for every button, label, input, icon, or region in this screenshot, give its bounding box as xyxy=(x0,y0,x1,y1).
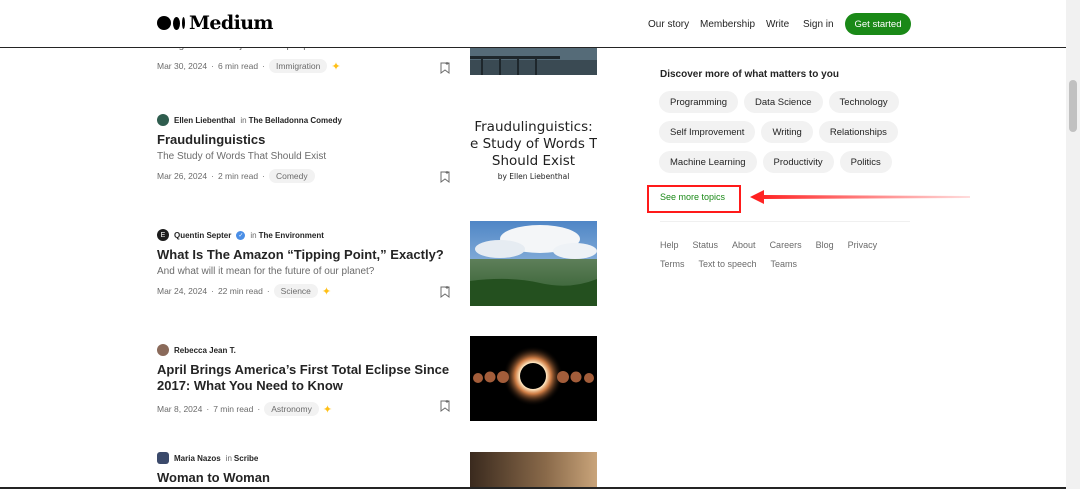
article-read-time: 22 min read xyxy=(217,286,263,296)
sidebar-divider xyxy=(660,221,910,222)
publication-name[interactable]: Scribe xyxy=(234,454,258,463)
annotation-highlight-box xyxy=(647,185,741,213)
article-tag[interactable]: Immigration xyxy=(268,59,328,73)
top-navigation-bar: Medium Our story Membership Write Sign i… xyxy=(0,0,1066,48)
bookmark-icon[interactable] xyxy=(440,400,450,412)
scrollbar-track[interactable] xyxy=(1066,0,1080,489)
nav-membership[interactable]: Membership xyxy=(700,19,755,30)
footer-status[interactable]: Status xyxy=(693,240,719,250)
nav-write[interactable]: Write xyxy=(766,19,789,30)
topic-data-science[interactable]: Data Science xyxy=(744,91,823,113)
topic-relationships[interactable]: Relationships xyxy=(818,121,898,143)
bookmark-icon[interactable] xyxy=(440,62,450,74)
thumbnail-title: e Study of Words Th xyxy=(470,136,597,152)
article-thumbnail[interactable] xyxy=(470,336,597,421)
avatar[interactable]: E xyxy=(157,229,169,241)
article-tag[interactable]: Astronomy xyxy=(264,402,319,416)
get-started-button[interactable]: Get started xyxy=(845,13,911,35)
topic-self-improvement[interactable]: Self Improvement xyxy=(659,121,756,143)
nav-sign-in[interactable]: Sign in xyxy=(803,19,834,30)
footer-teams[interactable]: Teams xyxy=(771,259,798,269)
author-name[interactable]: Maria Nazos xyxy=(174,454,221,463)
footer-careers[interactable]: Careers xyxy=(770,240,802,250)
publication-name[interactable]: The Belladonna Comedy xyxy=(249,116,342,125)
rainforest-image xyxy=(470,221,597,306)
author-name[interactable]: Ellen Liebenthal xyxy=(174,116,235,125)
footer-blog[interactable]: Blog xyxy=(816,240,834,250)
topic-politics[interactable]: Politics xyxy=(839,151,892,173)
thumbnail-title: Fraudulinguistics: xyxy=(474,119,593,135)
medium-logo[interactable]: Medium xyxy=(157,12,274,34)
publication-name[interactable]: The Environment xyxy=(259,231,324,240)
avatar[interactable] xyxy=(157,344,169,356)
member-star-icon: ✦ xyxy=(331,60,341,73)
footer-text-to-speech[interactable]: Text to speech xyxy=(699,259,757,269)
article-read-time: 2 min read xyxy=(217,171,259,181)
nav-our-story[interactable]: Our story xyxy=(648,19,689,30)
footer-help[interactable]: Help xyxy=(660,240,679,250)
article-tag[interactable]: Comedy xyxy=(268,169,315,183)
member-star-icon: ✦ xyxy=(322,403,333,416)
thumbnail-title: Should Exist xyxy=(491,153,576,169)
discover-heading: Discover more of what matters to you xyxy=(660,69,839,80)
footer-links: Help Status About Careers Blog Privacy T… xyxy=(660,240,910,269)
footer-about[interactable]: About xyxy=(732,240,756,250)
topic-machine-learning[interactable]: Machine Learning xyxy=(659,151,757,173)
topic-programming[interactable]: Programming xyxy=(659,91,739,113)
verified-icon: ✓ xyxy=(236,230,246,240)
author-name[interactable]: Quentin Septer xyxy=(174,231,231,240)
article-read-time: 6 min read xyxy=(217,61,259,71)
topic-technology[interactable]: Technology xyxy=(828,91,899,113)
article-date: Mar 8, 2024 xyxy=(157,404,203,414)
bookmark-icon[interactable] xyxy=(440,171,450,183)
article-read-time: 7 min read xyxy=(213,404,254,414)
topic-writing[interactable]: Writing xyxy=(761,121,813,143)
avatar[interactable] xyxy=(157,452,169,464)
bookmark-icon[interactable] xyxy=(440,286,450,298)
article-thumbnail[interactable] xyxy=(470,221,597,306)
arrow-annotation xyxy=(750,190,970,204)
topic-productivity[interactable]: Productivity xyxy=(762,151,834,173)
article-date: Mar 24, 2024 xyxy=(157,286,208,296)
scrollbar-thumb[interactable] xyxy=(1069,80,1077,132)
author-name[interactable]: Rebecca Jean T. xyxy=(174,346,236,355)
article-thumbnail[interactable]: Fraudulinguistics: e Study of Words Th S… xyxy=(470,114,597,194)
article-tag[interactable]: Science xyxy=(273,284,318,298)
article-thumbnail[interactable] xyxy=(470,452,597,488)
thumbnail-byline: by Ellen Liebenthal xyxy=(497,172,570,181)
article-date: Mar 26, 2024 xyxy=(157,171,208,181)
medium-logo-icon xyxy=(157,16,185,30)
member-star-icon: ✦ xyxy=(321,285,332,298)
avatar[interactable] xyxy=(157,114,169,126)
footer-privacy[interactable]: Privacy xyxy=(848,240,878,250)
topics-list: Programming Data Science Technology Self… xyxy=(659,91,929,173)
article-date: Mar 30, 2024 xyxy=(157,61,208,71)
eclipse-image xyxy=(470,336,597,421)
footer-terms[interactable]: Terms xyxy=(660,259,685,269)
logo-text: Medium xyxy=(189,12,274,34)
